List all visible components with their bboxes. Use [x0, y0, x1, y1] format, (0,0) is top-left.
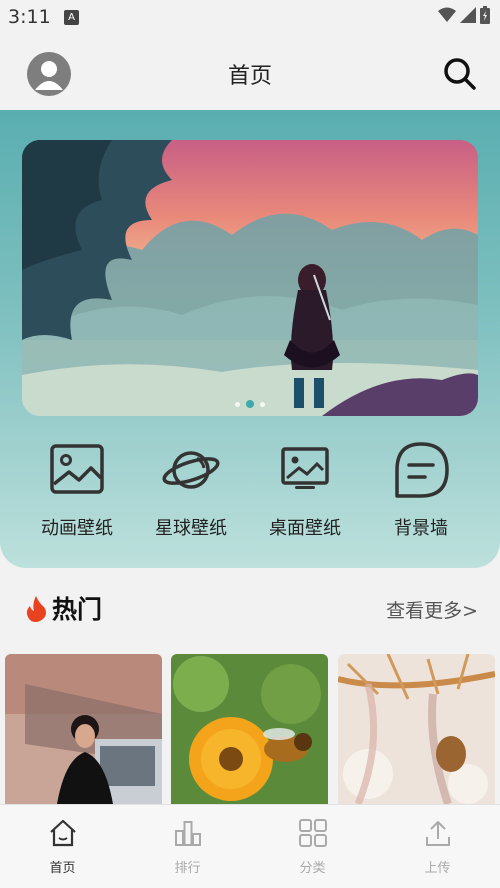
section-title: 热门	[52, 595, 103, 624]
wallpaper-image	[5, 654, 162, 804]
hero-section: 动画壁纸 星球壁纸 桌面壁纸 背景墙	[0, 110, 500, 568]
hot-wallpaper-grid	[0, 654, 500, 804]
wifi-icon	[438, 7, 456, 22]
signal-icon	[460, 7, 476, 23]
notification-app-icon: A	[64, 10, 79, 25]
category-label: 背景墙	[394, 518, 448, 539]
carousel-dot[interactable]	[235, 401, 240, 407]
carousel-indicator	[22, 400, 478, 408]
category-label: 动画壁纸	[41, 518, 113, 539]
category-shortcuts: 动画壁纸 星球壁纸 桌面壁纸 背景墙	[0, 440, 500, 550]
tab-label: 上传	[424, 861, 451, 876]
banner-carousel[interactable]	[22, 140, 478, 416]
status-bar: 3:11 A	[0, 0, 500, 34]
grid-icon	[298, 819, 327, 847]
wallpaper-thumbnail[interactable]	[5, 654, 162, 804]
category-desktop-wallpaper[interactable]: 桌面壁纸	[250, 440, 360, 540]
search-icon	[444, 58, 476, 90]
category-background-wall[interactable]: 背景墙	[366, 440, 476, 540]
bar-chart-icon	[174, 821, 201, 846]
wallpaper-thumbnail[interactable]	[338, 654, 495, 804]
top-app-bar: 首页	[0, 34, 500, 110]
home-icon	[49, 819, 76, 847]
status-time: 3:11	[8, 6, 51, 28]
upload-icon	[425, 821, 450, 846]
tab-upload[interactable]: 上传	[375, 805, 500, 888]
category-planet-wallpaper[interactable]: 星球壁纸	[136, 440, 246, 540]
category-animated-wallpaper[interactable]: 动画壁纸	[22, 440, 132, 540]
chat-bubble-icon	[395, 442, 449, 498]
banner-image	[22, 140, 478, 416]
tab-ranking[interactable]: 排行	[125, 805, 250, 888]
battery-icon	[480, 6, 490, 24]
category-label: 桌面壁纸	[269, 518, 341, 539]
see-more-link[interactable]: 查看更多>	[386, 596, 478, 623]
wallpaper-thumbnail[interactable]	[171, 654, 328, 804]
tab-home[interactable]: 首页	[0, 805, 125, 888]
page-title: 首页	[227, 64, 272, 89]
image-icon	[50, 444, 104, 494]
tab-label: 分类	[299, 861, 326, 876]
fire-icon	[26, 596, 46, 622]
bottom-tab-bar: 首页 排行 分类 上传	[0, 804, 500, 888]
status-icons	[438, 6, 490, 24]
search-button[interactable]	[440, 54, 480, 94]
tab-category[interactable]: 分类	[250, 805, 375, 888]
carousel-dot[interactable]	[260, 401, 265, 407]
planet-icon	[162, 451, 220, 489]
category-label: 星球壁纸	[155, 518, 227, 539]
tab-label: 首页	[49, 861, 76, 876]
tab-label: 排行	[174, 861, 201, 876]
hot-section-header: 热门 查看更多>	[0, 586, 500, 630]
wallpaper-image	[338, 654, 495, 804]
wallpaper-image	[171, 654, 328, 804]
carousel-dot-active[interactable]	[246, 400, 254, 408]
desktop-image-icon	[281, 447, 329, 489]
